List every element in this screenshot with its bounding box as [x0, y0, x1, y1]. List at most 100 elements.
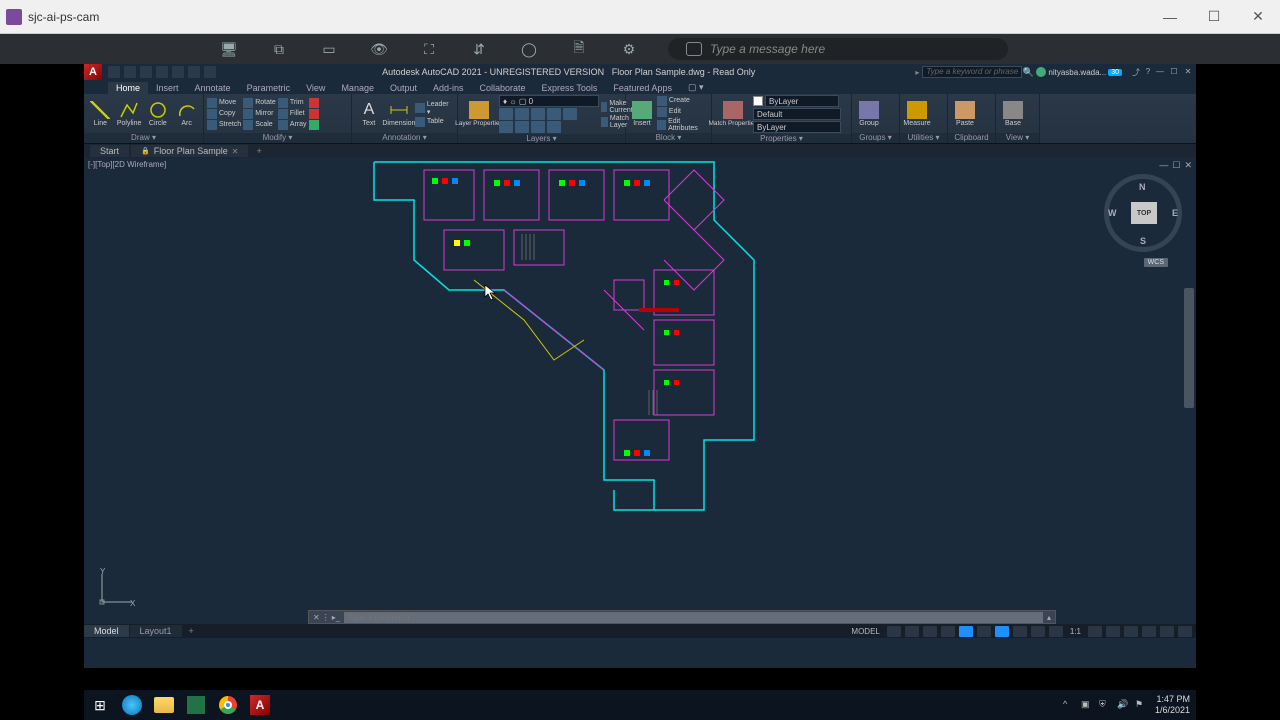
dir-s[interactable]: S [1140, 236, 1146, 246]
tool-base[interactable]: Base [999, 101, 1027, 127]
message-input[interactable]: Type a message here [668, 38, 1008, 60]
viewport-label[interactable]: [-][Top][2D Wireframe] [88, 160, 166, 169]
status-otrack[interactable] [977, 626, 991, 637]
tab-addins[interactable]: Add-ins [425, 82, 472, 94]
help-icon[interactable]: ? [1142, 67, 1154, 77]
vp-close[interactable]: ✕ [1184, 160, 1192, 171]
start-button[interactable]: ⊞ [84, 691, 116, 719]
tool-leader[interactable]: Leader ▾ [415, 101, 454, 116]
tray-up-icon[interactable]: ^ [1063, 699, 1075, 711]
user-menu[interactable]: nityasba.wada... [1034, 67, 1108, 77]
tool-array[interactable]: Array [278, 120, 307, 130]
tool-move[interactable]: Move [207, 98, 241, 108]
vp-max[interactable]: ☐ [1172, 160, 1180, 171]
autocad-logo[interactable]: A [84, 64, 102, 80]
status-scale[interactable]: 1:1 [1067, 627, 1084, 636]
tool-group[interactable]: Group [855, 101, 883, 127]
tab-parametric[interactable]: Parametric [239, 82, 299, 94]
layer-mini-4[interactable] [547, 108, 561, 120]
tool-table[interactable]: Table [415, 117, 454, 127]
minimize-button[interactable]: — [1148, 1, 1192, 33]
tool-circle[interactable]: Circle [145, 101, 172, 127]
tab-featured[interactable]: Featured Apps [605, 82, 680, 94]
tool-measure[interactable]: Measure [903, 101, 931, 127]
dir-w[interactable]: W [1108, 208, 1117, 218]
tool-trim[interactable]: Trim [278, 98, 307, 108]
status-dyn[interactable] [995, 626, 1009, 637]
cmd-close-icon[interactable]: ✕ [313, 613, 320, 622]
tool-insert[interactable]: Insert [629, 101, 655, 127]
taskbar-ie[interactable] [116, 691, 148, 719]
layer-mini-2[interactable] [515, 108, 529, 120]
record-icon[interactable]: ◯ [518, 40, 540, 58]
status-lwt[interactable] [1013, 626, 1027, 637]
vp-min[interactable]: — [1159, 160, 1168, 171]
tab-output[interactable]: Output [382, 82, 425, 94]
status-grid[interactable] [887, 626, 901, 637]
linetype-selector[interactable]: ByLayer [753, 121, 841, 133]
file-tab-start[interactable]: Start [90, 145, 129, 157]
eye-icon[interactable]: 👁 [368, 40, 390, 58]
tool-line[interactable]: Line [87, 101, 114, 127]
transfer-icon[interactable]: ⇵ [468, 40, 490, 58]
close-button[interactable]: ✕ [1236, 1, 1280, 33]
tab-home[interactable]: Home [108, 82, 148, 94]
status-clean[interactable] [1142, 626, 1156, 637]
settings-icon[interactable]: ⚙ [618, 40, 640, 58]
layer-mini-7[interactable] [515, 121, 529, 133]
qat-open[interactable] [124, 66, 136, 78]
tool-match-props[interactable]: Match Properties [715, 101, 751, 127]
status-model[interactable]: MODEL [848, 627, 882, 636]
display-icon[interactable]: ▭ [318, 40, 340, 58]
lineweight-selector[interactable]: Default [753, 108, 841, 120]
taskbar-autocad[interactable]: A [244, 691, 276, 719]
layout-add[interactable]: + [183, 626, 200, 636]
tool-scale[interactable]: Scale [243, 120, 276, 130]
tool-create[interactable]: Create [657, 96, 708, 106]
qat-redo[interactable] [204, 66, 216, 78]
tool-polyline[interactable]: Polyline [116, 101, 143, 127]
tab-manage[interactable]: Manage [333, 82, 382, 94]
drawing-canvas[interactable]: [-][Top][2D Wireframe] — ☐ ✕ [84, 158, 1196, 638]
tool-fillet[interactable]: Fillet [278, 109, 307, 119]
file-tab-document[interactable]: 🔒Floor Plan Sample✕ [131, 145, 248, 157]
ucs-icon[interactable]: Y X [94, 568, 136, 610]
tool-layer-props[interactable]: Layer Properties [461, 101, 497, 127]
taskbar-excel[interactable] [180, 691, 212, 719]
layout-layout1[interactable]: Layout1 [130, 625, 182, 637]
tool-paste[interactable]: Paste [951, 101, 979, 127]
layer-mini-9[interactable] [547, 121, 561, 133]
status-iso[interactable] [1124, 626, 1138, 637]
taskbar-chrome[interactable] [212, 691, 244, 719]
tool-mirror[interactable]: Mirror [243, 109, 276, 119]
tray-flag-icon[interactable]: ⚑ [1135, 699, 1147, 711]
new-tab-button[interactable]: + [250, 146, 267, 156]
qat-save[interactable] [140, 66, 152, 78]
layer-mini-8[interactable] [531, 121, 545, 133]
status-menu[interactable] [1178, 626, 1192, 637]
status-ortho[interactable] [923, 626, 937, 637]
tool-stretch[interactable]: Stretch [207, 120, 241, 130]
qat-new[interactable] [108, 66, 120, 78]
wcs-label[interactable]: WCS [1144, 258, 1168, 267]
layer-mini-5[interactable] [563, 108, 577, 120]
tool-dimension[interactable]: Dimension [385, 101, 413, 127]
layer-mini-6[interactable] [499, 121, 513, 133]
layer-mini-3[interactable] [531, 108, 545, 120]
status-custom[interactable] [1160, 626, 1174, 637]
tool-text[interactable]: AText [355, 101, 383, 127]
fullscreen-icon[interactable]: ⛶ [418, 40, 440, 58]
tool-edit[interactable]: Edit [657, 107, 708, 117]
tab-collaborate[interactable]: Collaborate [472, 82, 534, 94]
tool-rotate[interactable]: Rotate [243, 98, 276, 108]
tool-copy[interactable]: Copy [207, 109, 241, 119]
help-search[interactable]: Type a keyword or phrase [922, 66, 1022, 78]
monitor-icon[interactable]: 🖥 [218, 40, 240, 58]
tray-shield-icon[interactable]: ⛨ [1099, 699, 1111, 711]
layer-selector[interactable]: ♦ ☼ ▢ 0 [499, 95, 599, 107]
taskbar-clock[interactable]: 1:47 PM 1/6/2021 [1155, 694, 1196, 716]
maximize-button[interactable]: ☐ [1192, 1, 1236, 33]
tab-extra[interactable]: ▢ ▾ [680, 81, 712, 94]
system-tray[interactable]: ^ ▣ ⛨ 🔊 ⚑ [1063, 699, 1155, 711]
tool-edit-attr[interactable]: Edit Attributes [657, 118, 708, 132]
